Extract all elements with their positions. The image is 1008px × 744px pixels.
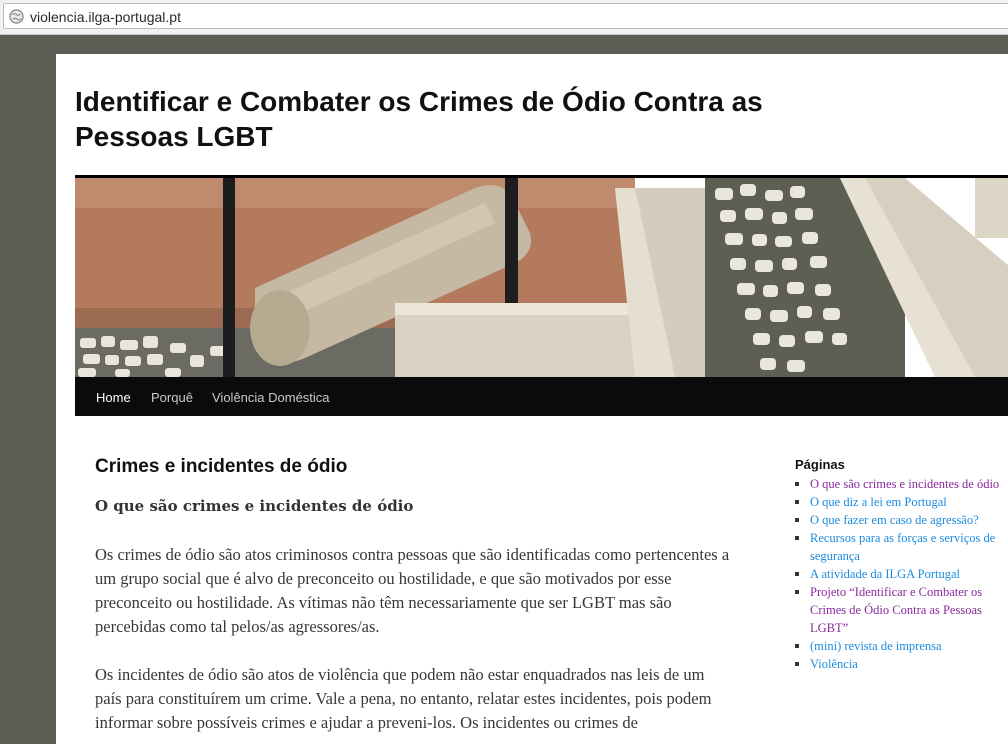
sidebar-widget-title: Páginas xyxy=(795,457,845,472)
post-paragraph: Os crimes de ódio são atos criminosos co… xyxy=(95,545,730,636)
sidebar-link[interactable]: Recursos para as forças e serviços de se… xyxy=(810,531,995,563)
url-text: violencia.ilga-portugal.pt xyxy=(30,9,181,25)
sidebar-pages-list: O que são crimes e incidentes de ódio O … xyxy=(795,475,1000,673)
sidebar-link[interactable]: O que são crimes e incidentes de ódio xyxy=(810,477,999,491)
nav-home[interactable]: Home xyxy=(96,390,131,405)
post-title[interactable]: Crimes e incidentes de ódio xyxy=(95,456,347,478)
sidebar-link[interactable]: (mini) revista de imprensa xyxy=(810,639,942,653)
sidebar-link[interactable]: O que diz a lei em Portugal xyxy=(810,495,947,509)
nav-porque[interactable]: Porquê xyxy=(151,390,193,405)
page-container: Identificar e Combater os Crimes de Ódio… xyxy=(56,54,1008,744)
sidebar-item: A atividade da ILGA Portugal xyxy=(795,565,1000,583)
site-title[interactable]: Identificar e Combater os Crimes de Ódio… xyxy=(75,84,795,154)
sidebar-link[interactable]: Violência xyxy=(810,657,858,671)
globe-icon xyxy=(9,9,24,24)
sidebar-item: Recursos para as forças e serviços de se… xyxy=(795,529,1000,565)
sidebar-item: O que fazer em caso de agressão? xyxy=(795,511,1000,529)
sidebar-link[interactable]: A atividade da ILGA Portugal xyxy=(810,567,960,581)
nav-violencia-domestica[interactable]: Violência Doméstica xyxy=(212,390,330,405)
header-image xyxy=(75,178,1008,377)
sidebar-item: O que são crimes e incidentes de ódio xyxy=(795,475,1000,493)
main-navigation: Home Porquê Violência Doméstica xyxy=(75,377,1008,416)
header-photo-graphic xyxy=(75,178,1008,377)
sidebar-item: Violência xyxy=(795,655,1000,673)
browser-toolbar: violencia.ilga-portugal.pt xyxy=(0,0,1008,35)
sidebar-link[interactable]: O que fazer em caso de agressão? xyxy=(810,513,979,527)
sidebar-link[interactable]: Projeto “Identificar e Combater os Crime… xyxy=(810,585,982,635)
sidebar-item: O que diz a lei em Portugal xyxy=(795,493,1000,511)
address-bar[interactable]: violencia.ilga-portugal.pt xyxy=(3,3,1008,29)
post-paragraph: Os incidentes de ódio são atos de violên… xyxy=(95,665,712,732)
sidebar-item: (mini) revista de imprensa xyxy=(795,637,1000,655)
post-subheading: O que são crimes e incidentes de ódio xyxy=(95,497,414,515)
sidebar-item: Projeto “Identificar e Combater os Crime… xyxy=(795,583,1000,637)
